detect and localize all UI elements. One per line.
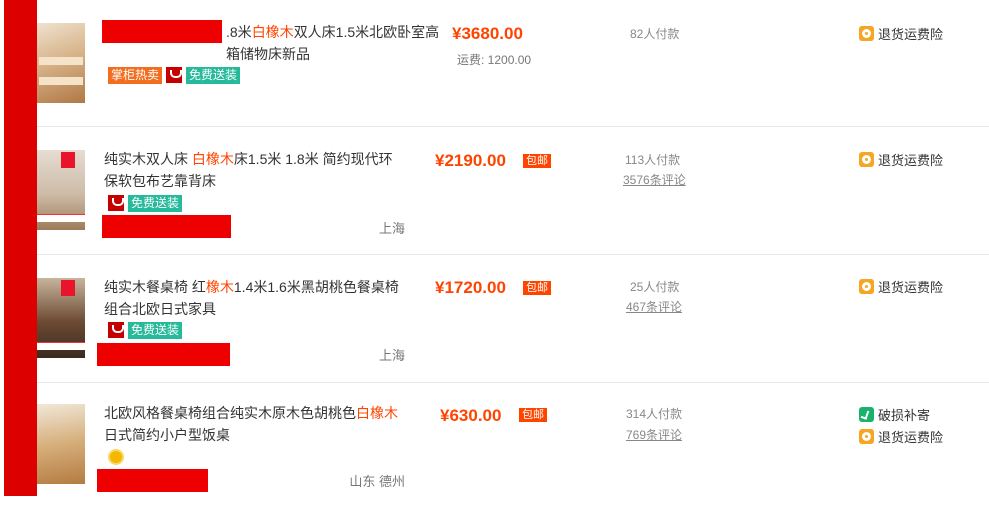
product-row-1[interactable]: .8米白橡木双人床1.5米北欧卧室高箱储物床新品 掌柜热卖 免费送装 ¥3680… <box>37 0 989 127</box>
seller-location: 上海 <box>378 221 405 236</box>
product-thumbnail[interactable] <box>37 23 85 103</box>
row-divider <box>37 382 989 383</box>
product-title-link[interactable]: 纯实木双人床 白橡木床1.5米 1.8米 简约现代环保软包布艺靠背床 <box>104 148 404 192</box>
price: ¥2190.00 <box>435 151 506 170</box>
product-title-link[interactable]: 纯实木餐桌椅 红橡木1.4米1.6米黑胡桃色餐桌椅组合北欧日式家具 <box>104 276 404 320</box>
tmall-icon <box>166 67 183 83</box>
product-tags: 掌柜热卖 免费送装 <box>108 67 241 84</box>
tag-free-install: 免费送装 <box>128 322 183 339</box>
service-return-insurance[interactable]: 退货运费险 <box>859 427 943 445</box>
sales-count: 113人付款 <box>625 153 681 167</box>
product-title-link[interactable]: .8米白橡木双人床1.5米北欧卧室高箱储物床新品 <box>226 21 441 65</box>
free-shipping-badge: 包邮 <box>519 408 547 422</box>
freight-fee: 运费: 1200.00 <box>457 53 532 67</box>
free-shipping-badge: 包邮 <box>523 281 551 295</box>
row-divider <box>37 126 989 127</box>
insurance-icon <box>859 428 874 444</box>
reviews-link[interactable]: 3576条评论 <box>623 171 686 188</box>
sales-count: 314人付款 <box>626 407 683 421</box>
service-label: 退货运费险 <box>878 279 944 295</box>
product-title-link[interactable]: 北欧风格餐桌椅组合纯实木原木色胡桃色白橡木日式简约小户型饭桌 <box>104 402 404 446</box>
tag-free-install: 免费送装 <box>186 67 241 84</box>
sales-count: 25人付款 <box>630 280 680 294</box>
tmall-icon <box>108 195 124 211</box>
service-return-insurance[interactable]: 退货运费险 <box>859 277 943 295</box>
reviews-link[interactable]: 467条评论 <box>626 298 682 315</box>
service-label: 破损补寄 <box>878 407 931 423</box>
redacted-title-prefix <box>102 20 222 43</box>
insurance-icon <box>859 151 874 167</box>
service-label: 退货运费险 <box>878 429 944 445</box>
row-divider <box>37 254 989 255</box>
product-tags: 免费送装 <box>108 195 183 212</box>
seller-location: 山东 德州 <box>349 474 405 489</box>
sales-count: 82人付款 <box>630 27 680 41</box>
product-tags: 免费送装 <box>108 322 183 339</box>
product-thumbnail[interactable] <box>37 278 85 358</box>
left-accent-bar <box>4 0 37 496</box>
service-damage-reship[interactable]: 破损补寄 <box>859 405 930 423</box>
gold-medal-icon <box>108 449 124 465</box>
reviews-link[interactable]: 769条评论 <box>626 426 682 443</box>
product-row-4[interactable]: 北欧风格餐桌椅组合纯实木原木色胡桃色白橡木日式简约小户型饭桌 山东 德州 ¥63… <box>37 384 989 507</box>
insurance-icon <box>859 278 874 294</box>
service-return-insurance[interactable]: 退货运费险 <box>859 24 943 42</box>
tag-free-install: 免费送装 <box>128 195 183 212</box>
redacted-shop-name <box>97 469 208 492</box>
price: ¥1720.00 <box>435 278 506 297</box>
product-tags <box>108 449 124 466</box>
product-row-3[interactable]: 纯实木餐桌椅 红橡木1.4米1.6米黑胡桃色餐桌椅组合北欧日式家具 免费送装 上… <box>37 256 989 383</box>
redacted-shop-name <box>102 215 231 238</box>
damage-reship-icon <box>859 406 874 422</box>
product-thumbnail[interactable] <box>37 150 85 230</box>
service-return-insurance[interactable]: 退货运费险 <box>859 150 943 168</box>
insurance-icon <box>859 25 874 41</box>
service-label: 退货运费险 <box>878 152 944 168</box>
price: ¥3680.00 <box>452 24 523 43</box>
tag-hot-seller: 掌柜热卖 <box>108 67 163 84</box>
free-shipping-badge: 包邮 <box>523 154 551 168</box>
redacted-shop-name <box>97 343 230 366</box>
product-list: .8米白橡木双人床1.5米北欧卧室高箱储物床新品 掌柜热卖 免费送装 ¥3680… <box>37 0 989 507</box>
seller-location: 上海 <box>378 348 405 363</box>
product-thumbnail[interactable] <box>37 404 85 484</box>
price: ¥630.00 <box>440 406 502 425</box>
product-row-2[interactable]: 纯实木双人床 白橡木床1.5米 1.8米 简约现代环保软包布艺靠背床 免费送装 … <box>37 128 989 255</box>
service-label: 退货运费险 <box>878 26 944 42</box>
tmall-icon <box>108 322 124 338</box>
